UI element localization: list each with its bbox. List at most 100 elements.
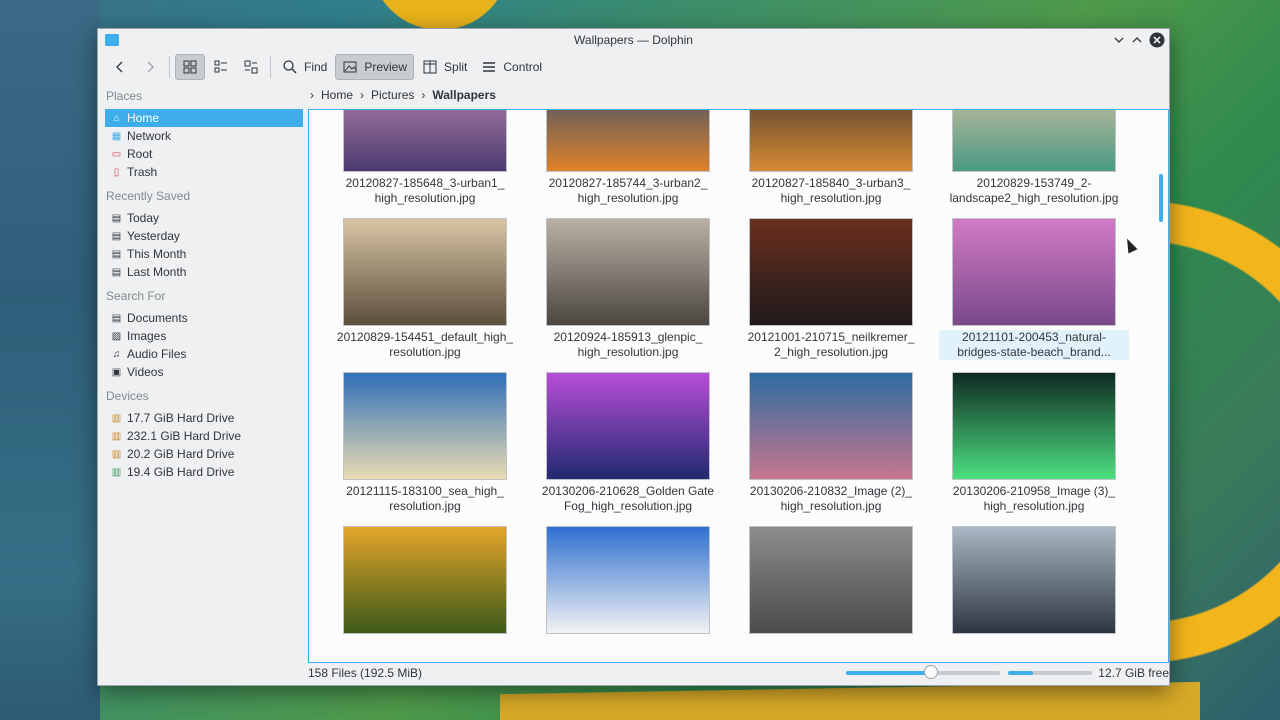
sidebar-item-drive-1[interactable]: ▥ 17.7 GiB Hard Drive	[105, 409, 303, 427]
file-item[interactable]: 20121101-200453_natural- bridges-state-b…	[939, 218, 1129, 368]
file-item[interactable]: 20121115-183100_sea_high_ resolution.jpg	[343, 372, 507, 522]
free-space-fill	[1008, 671, 1034, 675]
breadcrumb: › Home › Pictures › Wallpapers	[310, 85, 496, 105]
sidebar-item-label: Yesterday	[127, 229, 180, 243]
sidebar-item-root[interactable]: ▭ Root	[105, 145, 303, 163]
file-name: 20120829-154451_default_high_ resolution…	[336, 330, 514, 359]
file-item[interactable]: 20120829-154451_default_high_ resolution…	[337, 218, 513, 368]
zoom-slider-handle[interactable]	[923, 665, 938, 679]
file-item[interactable]	[749, 526, 913, 662]
sidebar-item-label: Network	[127, 129, 172, 143]
maximize-icon[interactable]	[1129, 32, 1145, 48]
status-bar: 158 Files (192.5 MiB) 12.7 GiB free	[308, 663, 1169, 683]
sidebar-item-documents[interactable]: ▤ Documents	[105, 309, 303, 327]
back-button[interactable]	[106, 54, 134, 80]
sidebar-item-drive-4[interactable]: ▥ 19.4 GiB Hard Drive	[105, 463, 303, 481]
zoom-slider[interactable]	[846, 665, 1001, 679]
calendar-icon: ▤	[111, 212, 122, 224]
icons-view-icon	[183, 60, 197, 74]
sidebar-item-network[interactable]: ▦ Network	[105, 127, 303, 145]
places-panel: Places ⌂ Home ▦ Network ▭ Root ▯ Trash Recen…	[105, 85, 303, 661]
thumbnail-image	[546, 526, 710, 634]
thumbnail-image	[343, 372, 507, 480]
file-name: 20130206-210832_Image (2)_ high_resoluti…	[749, 484, 913, 513]
thumbnail-image	[952, 526, 1116, 634]
sidebar-item-label: 19.4 GiB Hard Drive	[127, 465, 235, 479]
hard-drive-icon: ▥	[111, 412, 122, 424]
split-button[interactable]: Split	[416, 54, 473, 80]
file-item[interactable]: 20121001-210715_neilkremer_ 2_high_resol…	[748, 218, 914, 368]
sidebar-item-label: Documents	[127, 311, 188, 325]
free-space-label: 12.7 GiB free	[1098, 666, 1169, 680]
file-item[interactable]: 20120827-185648_3-urban1_ high_resolutio…	[343, 110, 507, 214]
file-name: 20120924-185913_glenpic_ high_resolution…	[553, 330, 703, 359]
app-icon	[105, 34, 119, 46]
file-item[interactable]: 20130206-210832_Image (2)_ high_resoluti…	[749, 372, 913, 522]
thumbnail-image	[749, 218, 913, 326]
details-view-button[interactable]	[207, 54, 235, 80]
back-icon	[116, 61, 123, 73]
zoom-slider-fill	[846, 671, 931, 675]
sidebar-item-home[interactable]: ⌂ Home	[105, 109, 303, 127]
sidebar-item-audio-files[interactable]: ♫ Audio Files	[105, 345, 303, 363]
thumbnail-image	[343, 526, 507, 634]
file-count: 158 Files (192.5 MiB)	[308, 666, 423, 680]
sidebar-item-today[interactable]: ▤ Today	[105, 209, 303, 227]
compact-view-icon	[244, 60, 258, 74]
toolbar-separator	[169, 56, 170, 78]
icons-view-button[interactable]	[175, 54, 205, 80]
thumbnail-image	[546, 110, 710, 172]
preview-button[interactable]: Preview	[335, 54, 415, 80]
thumbnail-image	[749, 526, 913, 634]
sidebar-item-label: This Month	[127, 247, 187, 261]
sidebar-item-this-month[interactable]: ▤ This Month	[105, 245, 303, 263]
network-icon: ▦	[111, 130, 122, 142]
file-item[interactable]: 20120924-185913_glenpic_ high_resolution…	[546, 218, 710, 368]
sidebar-item-yesterday[interactable]: ▤ Yesterday	[105, 227, 303, 245]
control-button[interactable]: Control	[475, 54, 548, 80]
home-icon: ⌂	[113, 112, 120, 124]
forward-button[interactable]	[136, 54, 164, 80]
breadcrumb-pictures[interactable]: Pictures	[371, 88, 414, 102]
sidebar-item-label: Home	[127, 111, 160, 125]
file-name: 20130206-210628_Golden Gate Fog_high_res…	[541, 484, 715, 513]
sidebar-item-label: 232.1 GiB Hard Drive	[127, 429, 242, 443]
hard-drive-icon: ▥	[111, 466, 122, 478]
trash-icon: ▯	[113, 166, 120, 178]
split-label: Split	[444, 60, 468, 74]
file-item[interactable]: 20120827-185744_3-urban2_ high_resolutio…	[546, 110, 710, 214]
image-icon: ▨	[111, 330, 122, 342]
sidebar-item-images[interactable]: ▨ Images	[105, 327, 303, 345]
forward-icon	[147, 61, 154, 73]
minimize-icon[interactable]	[1111, 32, 1127, 48]
file-name: 20130206-210958_Image (3)_ high_resoluti…	[952, 484, 1116, 513]
places-header: Places	[106, 89, 143, 103]
sidebar-item-drive-3[interactable]: ▥ 20.2 GiB Hard Drive	[105, 445, 303, 463]
file-item[interactable]	[546, 526, 710, 662]
file-item[interactable]: 20130206-210958_Image (3)_ high_resoluti…	[952, 372, 1116, 522]
file-item[interactable]: 20120829-153749_2- landscape2_high_resol…	[950, 110, 1118, 214]
file-name: 20120827-185648_3-urban1_ high_resolutio…	[345, 176, 505, 205]
scrollbar[interactable]	[1159, 174, 1163, 222]
breadcrumb-home[interactable]: Home	[321, 88, 353, 102]
close-icon[interactable]	[1149, 32, 1165, 48]
sidebar-item-drive-2[interactable]: ▥ 232.1 GiB Hard Drive	[105, 427, 303, 445]
sidebar-item-videos[interactable]: ▣ Videos	[105, 363, 303, 381]
find-button[interactable]: Find	[276, 54, 333, 80]
toolbar: Find Preview Split Control	[98, 51, 1169, 83]
compact-view-button[interactable]	[237, 54, 265, 80]
title-bar[interactable]: Wallpapers — Dolphin	[98, 29, 1169, 51]
file-item[interactable]: 20130206-210628_Golden Gate Fog_high_res…	[542, 372, 714, 522]
thumbnail-image	[749, 110, 913, 172]
control-label: Control	[503, 60, 543, 74]
file-view[interactable]: 20120827-185648_3-urban1_ high_resolutio…	[308, 109, 1169, 663]
sidebar-item-trash[interactable]: ▯ Trash	[105, 163, 303, 181]
file-item[interactable]	[343, 526, 507, 662]
split-icon	[423, 60, 437, 74]
file-item[interactable]	[952, 526, 1116, 662]
breadcrumb-current[interactable]: Wallpapers	[432, 88, 496, 102]
file-item[interactable]: 20120827-185840_3-urban3_ high_resolutio…	[749, 110, 913, 214]
thumbnail-image	[546, 218, 710, 326]
sidebar-item-last-month[interactable]: ▤ Last Month	[105, 263, 303, 281]
hard-drive-icon: ▥	[111, 448, 122, 460]
